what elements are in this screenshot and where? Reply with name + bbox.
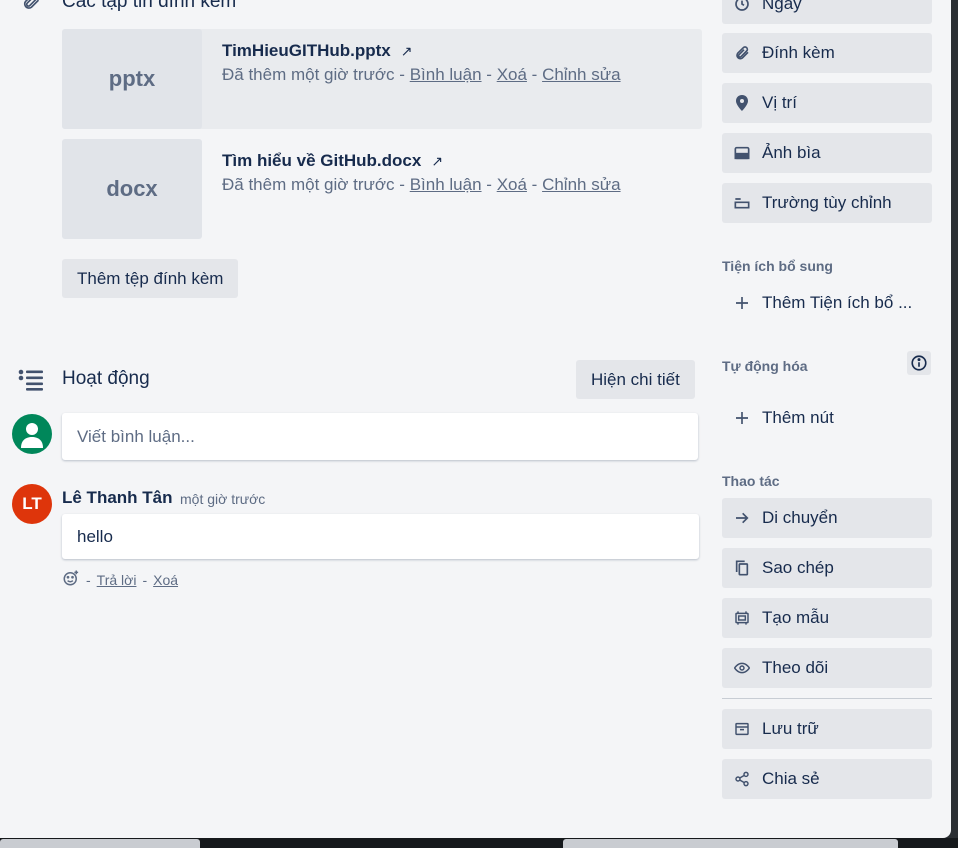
paperclip-icon <box>18 0 44 14</box>
sidebar-item-custom-fields[interactable]: Trường tùy chỉnh <box>722 183 932 223</box>
add-powerup-button[interactable]: Thêm Tiện ích bổ ... <box>722 283 932 323</box>
arrow-up-right-icon[interactable]: ↗ <box>431 153 443 170</box>
copy-icon <box>734 560 750 576</box>
card-cover-icon <box>734 145 750 161</box>
user-icon <box>21 423 43 448</box>
backdrop-list-left <box>0 839 200 848</box>
attachment-name[interactable]: Tìm hiểu về GitHub.docx <box>222 151 421 171</box>
backdrop-list-right <box>563 839 898 848</box>
activity-list-icon <box>16 367 46 393</box>
attachment-name[interactable]: TimHieuGITHub.pptx <box>222 41 391 61</box>
sidebar-item-move[interactable]: Di chuyển <box>722 498 932 538</box>
sidebar-item-cover[interactable]: Ảnh bìa <box>722 133 932 173</box>
comment-delete-link[interactable]: Xoá <box>153 572 178 588</box>
arrow-up-right-icon[interactable]: ↗ <box>401 43 413 60</box>
attachment-thumbnail[interactable]: docx <box>62 139 202 239</box>
plus-icon <box>734 295 750 311</box>
card-detail-modal: Các tập tin đính kèm pptx TimHieuGITHub.… <box>0 0 951 838</box>
comment-input[interactable]: Viết bình luận... <box>62 413 698 460</box>
attachment-item[interactable]: docx Tìm hiểu về GitHub.docx ↗ Đã thêm m… <box>62 139 702 239</box>
show-details-button[interactable]: Hiện chi tiết <box>576 360 695 399</box>
add-reaction-icon[interactable] <box>62 569 80 590</box>
share-icon <box>734 771 750 787</box>
sidebar-item-share[interactable]: Chia sẻ <box>722 759 932 799</box>
comment-time[interactable]: một giờ trước <box>180 491 265 507</box>
comment-reply-link[interactable]: Trả lời <box>97 572 137 588</box>
sidebar-divider <box>722 698 932 699</box>
activity-title: Hoạt động <box>62 368 150 389</box>
comment-author[interactable]: Lê Thanh Tân <box>62 488 173 508</box>
custom-field-icon <box>734 195 750 211</box>
attachment-added-time: Đã thêm một giờ trước <box>222 65 395 84</box>
add-button-button[interactable]: Thêm nút <box>722 398 932 438</box>
attachment-added-time: Đã thêm một giờ trước <box>222 175 395 194</box>
attachment-item[interactable]: pptx TimHieuGITHub.pptx ↗ Đã thêm một gi… <box>62 29 702 129</box>
comment-body[interactable]: hello <box>62 514 699 559</box>
arrow-right-icon <box>734 510 750 526</box>
template-icon <box>734 610 750 626</box>
info-icon[interactable] <box>907 351 931 375</box>
sidebar-item-archive[interactable]: Lưu trữ <box>722 709 932 749</box>
sidebar-item-template[interactable]: Tạo mẫu <box>722 598 932 638</box>
attachment-delete-link[interactable]: Xoá <box>497 65 527 84</box>
comment-actions: - Trả lời - Xoá <box>62 569 178 590</box>
paperclip-icon <box>734 45 750 61</box>
sidebar-item-copy[interactable]: Sao chép <box>722 548 932 588</box>
eye-icon <box>734 660 750 676</box>
sidebar-item-watch[interactable]: Theo dõi <box>722 648 932 688</box>
attachment-edit-link[interactable]: Chỉnh sửa <box>542 175 620 194</box>
activity-header: Hoạt động <box>62 368 150 390</box>
sidebar-item-attachment[interactable]: Đính kèm <box>722 33 932 73</box>
archive-icon <box>734 721 750 737</box>
attachments-title: Các tập tin đính kèm <box>62 0 237 12</box>
attachment-edit-link[interactable]: Chỉnh sửa <box>542 65 620 84</box>
add-attachment-button[interactable]: Thêm tệp đính kèm <box>62 259 239 298</box>
attachment-delete-link[interactable]: Xoá <box>497 175 527 194</box>
attachment-comment-link[interactable]: Bình luận <box>410 65 482 84</box>
attachment-comment-link[interactable]: Bình luận <box>410 175 482 194</box>
clock-icon <box>734 0 750 12</box>
automation-title: Tự động hóa <box>722 358 808 374</box>
sidebar-item-location[interactable]: Vị trí <box>722 83 932 123</box>
powerups-title: Tiện ích bổ sung <box>722 258 833 274</box>
avatar[interactable] <box>12 414 52 454</box>
sidebar-item-dates[interactable]: Ngày <box>722 0 932 24</box>
attachments-header: Các tập tin đính kèm <box>62 0 236 13</box>
avatar[interactable]: LT <box>12 484 52 524</box>
location-pin-icon <box>734 95 750 111</box>
attachment-thumbnail[interactable]: pptx <box>62 29 202 129</box>
plus-icon <box>734 410 750 426</box>
actions-title: Thao tác <box>722 473 780 489</box>
